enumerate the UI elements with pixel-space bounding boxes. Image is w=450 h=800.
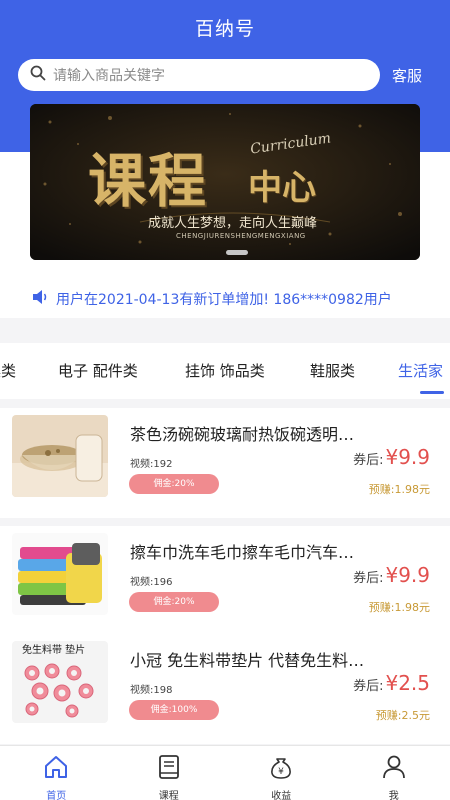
product-image: 免生料带 垫片 <box>12 641 108 723</box>
tab-shoes-clothing[interactable]: 鞋服类 <box>310 360 355 381</box>
product-title: 擦车巾洗车毛巾擦车毛巾汽车… <box>130 543 355 562</box>
price-value: ¥9.9 <box>385 563 430 587</box>
banner-title: 课程 <box>88 147 209 215</box>
product-image <box>12 533 108 615</box>
tab-accessories[interactable]: 挂饰 饰品类 <box>185 360 265 381</box>
commission-badge: 佣金:20% <box>129 474 219 494</box>
order-notice: 用户在2021-04-13有新订单增加! 186****0982用户 <box>0 280 450 318</box>
tab-category-1[interactable]: 具类 <box>0 360 16 381</box>
carousel-indicator[interactable] <box>226 250 248 255</box>
tabbar-me[interactable]: 我 <box>338 746 450 800</box>
price-value: ¥2.5 <box>385 671 430 695</box>
price-row: 券后: ¥2.5 <box>353 671 430 695</box>
product-card[interactable]: 茶色汤碗碗玻璃耐热饭碗透明… 视频:192 佣金:20% 券后: ¥9.9 预赚:… <box>0 408 450 518</box>
product-title: 茶色汤碗碗玻璃耐热饭碗透明… <box>130 425 355 444</box>
product-card[interactable]: 擦车巾洗车毛巾擦车毛巾汽车… 视频:196 佣金:20% 券后: ¥9.9 预赚:… <box>0 526 450 636</box>
book-icon <box>156 754 182 784</box>
customer-service-link[interactable]: 客服 <box>392 65 422 86</box>
search-placeholder: 请输入商品关键字 <box>53 68 165 84</box>
tabbar-earnings[interactable]: ¥ 收益 <box>225 746 338 800</box>
tab-electronics[interactable]: 电子 配件类 <box>58 360 138 381</box>
home-icon <box>43 754 69 784</box>
price-value: ¥9.9 <box>385 445 430 469</box>
banner-title-suffix: 中心 <box>248 168 316 208</box>
notice-text: 用户在2021-04-13有新订单增加! 186****0982用户 <box>56 292 392 308</box>
price-label: 券后: <box>353 453 384 468</box>
product-views: 视频:198 <box>130 685 173 696</box>
estimated-earning: 预赚:1.98元 <box>368 483 430 496</box>
user-icon <box>381 754 407 784</box>
search-icon <box>30 65 46 85</box>
tabbar-label: 收益 <box>271 791 292 800</box>
speaker-icon <box>32 289 50 309</box>
money-bag-icon: ¥ <box>268 754 294 784</box>
product-views: 视频:192 <box>130 459 173 470</box>
search-input[interactable]: 请输入商品关键字 <box>18 59 380 91</box>
banner-slogan: 成就人生梦想，走向人生巅峰 <box>148 216 318 231</box>
course-banner[interactable]: 课程 Curriculum 中心 成就人生梦想，走向人生巅峰 CHENGJIUR… <box>30 104 420 260</box>
category-tabs: 具类 电子 配件类 挂饰 饰品类 鞋服类 生活家 <box>0 343 450 399</box>
banner-pinyin: CHENGJIURENSHENGMENGXIANG <box>176 232 306 240</box>
product-image <box>12 415 108 497</box>
price-label: 券后: <box>353 571 384 586</box>
price-label: 券后: <box>353 679 384 694</box>
tabbar-home[interactable]: 首页 <box>0 746 113 800</box>
app-title: 百纳号 <box>194 18 255 40</box>
tab-home-living[interactable]: 生活家 <box>398 360 443 381</box>
tabbar-courses[interactable]: 课程 <box>113 746 226 800</box>
product-title: 小冠 免生料带垫片 代替免生料… <box>130 651 365 670</box>
estimated-earning: 预赚:2.5元 <box>375 709 430 722</box>
svg-text:¥: ¥ <box>278 767 284 777</box>
commission-badge: 佣金:100% <box>129 700 219 720</box>
price-row: 券后: ¥9.9 <box>353 445 430 469</box>
estimated-earning: 预赚:1.98元 <box>368 601 430 614</box>
tabbar-label: 首页 <box>46 791 67 800</box>
tabbar-label: 课程 <box>158 791 179 800</box>
bottom-tab-bar: 首页 课程 ¥ 收益 我 <box>0 745 450 800</box>
product-card[interactable]: 免生料带 垫片 小冠 免生料带垫片 代替免生料… 视频:198 佣金:100% … <box>0 634 450 744</box>
thumb-caption: 免生料带 垫片 <box>22 643 85 656</box>
product-views: 视频:196 <box>130 577 173 588</box>
tabbar-label: 我 <box>388 791 399 800</box>
commission-badge: 佣金:20% <box>129 592 219 612</box>
active-tab-indicator <box>420 391 444 394</box>
price-row: 券后: ¥9.9 <box>353 563 430 587</box>
